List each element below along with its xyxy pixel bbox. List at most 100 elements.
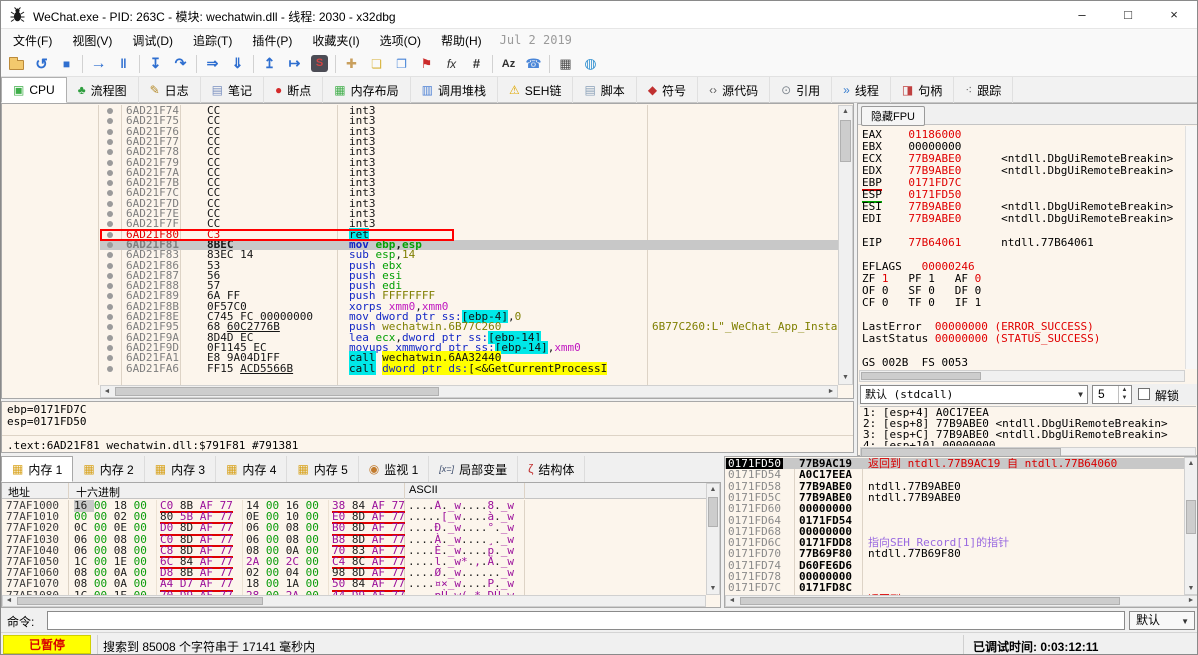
hide-fpu-button[interactable]: 隐藏FPU: [861, 106, 925, 126]
bookmarks-icon[interactable]: ⚑: [414, 53, 439, 75]
stack-row[interactable]: 0171FD5077B9AC19返回到 ntdll.77B9AC19 自 ntd…: [725, 458, 1184, 469]
restart-icon[interactable]: ↺: [29, 53, 54, 75]
tab-handles[interactable]: ◨句柄: [891, 77, 954, 103]
tab-script[interactable]: ▤脚本: [573, 77, 636, 103]
tab-breakpoints[interactable]: ●断点: [264, 77, 323, 103]
breakpoint-dot[interactable]: [107, 293, 113, 299]
breakpoint-dot[interactable]: [107, 273, 113, 279]
breakpoint-dot[interactable]: [107, 190, 113, 196]
breakpoint-dot[interactable]: [107, 366, 113, 372]
scrollbar-thumb[interactable]: [115, 387, 439, 396]
tab-locals[interactable]: [x=]局部变量: [429, 456, 518, 482]
menu-item[interactable]: 帮助(H): [431, 32, 492, 49]
hash-icon[interactable]: #: [464, 53, 489, 75]
breakpoint-dot[interactable]: [107, 118, 113, 124]
stepper-arrows-icon[interactable]: ▲▼: [1118, 386, 1130, 403]
run-to-user-code-icon[interactable]: ↦: [282, 53, 307, 75]
argument-count-stepper[interactable]: 5 ▲▼: [1092, 385, 1132, 404]
disasm-horizontal-scrollbar[interactable]: ◄ ►: [100, 385, 838, 398]
tab-source[interactable]: ‹›源代码: [698, 77, 770, 103]
menu-item[interactable]: 调试(D): [122, 32, 183, 49]
skip-next-icon[interactable]: S: [307, 53, 332, 75]
tab-threads[interactable]: »线程: [832, 77, 891, 103]
tab-graph[interactable]: ♣流程图: [67, 77, 139, 103]
breakpoint-dot[interactable]: [107, 221, 113, 227]
tab-memory-2[interactable]: ▦内存 2: [73, 456, 144, 482]
scrollbar-thumb[interactable]: [740, 597, 1120, 605]
breakpoint-dot[interactable]: [107, 324, 113, 330]
disasm-row[interactable]: 6AD21FA6FF15 ACD5566Bcall dword ptr ds:[…: [100, 364, 838, 374]
close-debuggee-icon[interactable]: ■: [54, 53, 79, 75]
stack-row[interactable]: 0171FD7077B69F80ntdll.77B69F80: [725, 548, 1184, 559]
calculator-icon[interactable]: ▦: [553, 53, 578, 75]
dump-vertical-scrollbar[interactable]: ▲ ▼: [706, 483, 720, 595]
breakpoint-dot[interactable]: [107, 242, 113, 248]
animate-into-icon[interactable]: ⇒: [200, 53, 225, 75]
calling-convention-select[interactable]: 默认 (stdcall) ▼: [860, 385, 1088, 404]
menu-item[interactable]: 收藏夹(I): [302, 32, 369, 49]
stack-row[interactable]: 0171FD6000000000: [725, 503, 1184, 514]
tab-notes[interactable]: ▤笔记: [201, 77, 264, 103]
register-line[interactable]: EIP 77B64061 ntdll.77B64061: [862, 237, 1174, 249]
register-line[interactable]: LastStatus 00000000 (STATUS_SUCCESS): [862, 333, 1174, 345]
tab-struct[interactable]: ζ结构体: [518, 456, 585, 482]
run-icon[interactable]: →: [86, 53, 111, 75]
command-profile-select[interactable]: 默认 ▼: [1129, 611, 1195, 630]
disasm-vertical-scrollbar[interactable]: ▲ ▼: [838, 105, 853, 385]
registers-vertical-scrollbar[interactable]: [1185, 126, 1197, 369]
unlock-checkbox[interactable]: [1138, 388, 1150, 400]
scrollbar-thumb[interactable]: [17, 597, 263, 605]
breakpoint-dot[interactable]: [107, 252, 113, 258]
maximize-button[interactable]: □: [1105, 1, 1151, 29]
breakpoint-dot[interactable]: [107, 263, 113, 269]
tab-memory-5[interactable]: ▦内存 5: [287, 456, 358, 482]
tab-watch-1[interactable]: ◉监视 1: [359, 456, 430, 482]
stack-row[interactable]: 0171FD7800000000: [725, 571, 1184, 582]
scrollbar-thumb[interactable]: [1186, 500, 1196, 534]
stack-vertical-scrollbar[interactable]: ▲ ▼: [1184, 457, 1198, 595]
registers-panel[interactable]: 隐藏FPU EAX 01186000EBX 00000000ECX 77B9AB…: [857, 103, 1198, 456]
tab-log[interactable]: ✎日志: [139, 77, 201, 103]
patches-icon[interactable]: ✚: [339, 53, 364, 75]
dump-horizontal-scrollbar[interactable]: ◄: [2, 595, 706, 607]
text-encoding-icon[interactable]: Az: [496, 53, 521, 75]
stack-row[interactable]: 0171FD54A0C17EEA: [725, 469, 1184, 480]
breakpoint-dot[interactable]: [107, 345, 113, 351]
tab-symbols[interactable]: ◆符号: [637, 77, 698, 103]
tab-references[interactable]: ⊙引用: [770, 77, 832, 103]
tab-memory-3[interactable]: ▦内存 3: [145, 456, 216, 482]
tab-seh-chain[interactable]: ⚠SEH链: [498, 77, 573, 103]
scrollbar-thumb[interactable]: [840, 120, 851, 162]
tab-cpu[interactable]: ▣CPU: [1, 77, 67, 103]
menu-item[interactable]: 文件(F): [3, 32, 62, 49]
memory-dump-panel[interactable]: 地址 十六进制 ASCII 77AF100016 00 18 00C0 8B A…: [1, 482, 721, 608]
command-input[interactable]: [47, 611, 1125, 630]
breakpoint-dot[interactable]: [107, 201, 113, 207]
breakpoint-dot[interactable]: [107, 149, 113, 155]
arguments-scrollbar[interactable]: [860, 447, 1196, 456]
step-out-icon[interactable]: ↥: [257, 53, 282, 75]
animate-over-icon[interactable]: ⇓: [225, 53, 250, 75]
scrollbar-thumb[interactable]: [708, 497, 718, 527]
breakpoint-dot[interactable]: [107, 180, 113, 186]
pause-icon[interactable]: ‖: [111, 53, 136, 75]
stack-row[interactable]: 0171FD7C0171FD8C: [725, 582, 1184, 593]
step-into-icon[interactable]: ↧: [143, 53, 168, 75]
breakpoint-dot[interactable]: [107, 108, 113, 114]
open-file-icon[interactable]: [4, 53, 29, 75]
breakpoint-dot[interactable]: [107, 129, 113, 135]
breakpoint-dot[interactable]: [107, 170, 113, 176]
disassembly-panel[interactable]: 6AD21F74CCint36AD21F75CCint36AD21F76CCin…: [1, 103, 854, 399]
breakpoint-dot[interactable]: [107, 335, 113, 341]
menu-item[interactable]: 选项(O): [370, 32, 431, 49]
register-line[interactable]: CF 0 TF 0 IF 1: [862, 297, 1174, 309]
globe-icon[interactable]: ◍: [578, 53, 603, 75]
device-icon[interactable]: ☎: [521, 53, 546, 75]
menu-item[interactable]: 插件(P): [242, 32, 302, 49]
close-button[interactable]: ×: [1151, 1, 1197, 29]
stack-panel[interactable]: 0171FD5077B9AC19返回到 ntdll.77B9AC19 自 ntd…: [724, 456, 1198, 608]
functions-icon[interactable]: fx: [439, 53, 464, 75]
minimize-button[interactable]: –: [1059, 1, 1105, 29]
register-line[interactable]: EDI 77B9ABE0 <ntdll.DbgUiRemoteBreakin>: [862, 213, 1174, 225]
register-line[interactable]: GS 002B FS 0053: [862, 357, 1174, 369]
